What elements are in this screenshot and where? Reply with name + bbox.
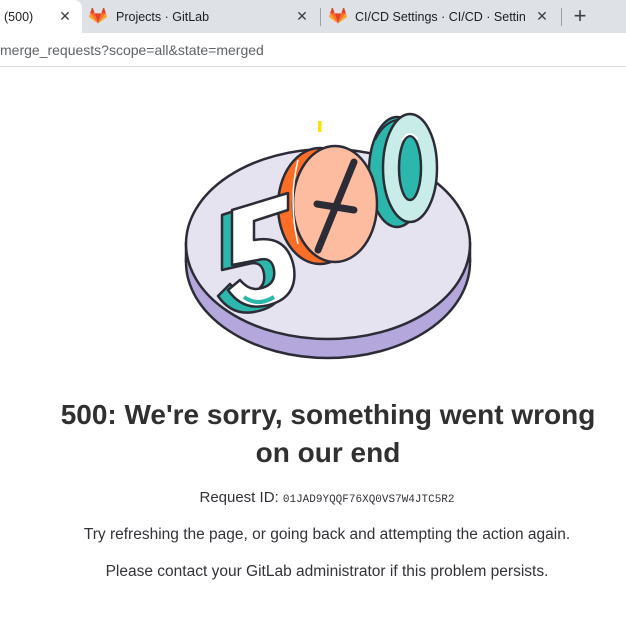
coin-x-illustration xyxy=(276,144,379,266)
url-text[interactable]: merge_requests?scope=all&state=merged xyxy=(0,42,264,58)
sparkle-accent xyxy=(318,121,322,132)
error-title-line-1: 500: We're sorry, something went wrong xyxy=(60,399,596,430)
gitlab-logo-icon xyxy=(89,8,107,24)
tab-label: CI/CD Settings · CI/CD · Settings xyxy=(355,9,525,24)
digit-zero-illustration xyxy=(367,112,439,229)
contact-admin-message: Please contact your GitLab administrator… xyxy=(105,563,549,580)
request-id-label: Request ID: xyxy=(199,489,279,506)
error-500-illustration xyxy=(184,112,472,360)
tab-projects[interactable]: Projects · GitLab ✕ xyxy=(82,0,320,33)
tab-divider xyxy=(561,8,562,26)
new-tab-button[interactable]: + xyxy=(569,3,591,28)
refresh-message: Try refreshing the page, or going back a… xyxy=(83,526,571,543)
tab-label: Projects · GitLab xyxy=(116,9,210,24)
gitlab-logo-icon xyxy=(329,8,347,24)
tab-label: (500) xyxy=(4,9,34,24)
error-title-line-2: on our end xyxy=(255,437,401,468)
tab-cicd-settings[interactable]: CI/CD Settings · CI/CD · Settings ✕ xyxy=(321,0,561,33)
close-tab-icon[interactable]: ✕ xyxy=(294,8,310,25)
close-tab-icon[interactable]: ✕ xyxy=(57,8,73,25)
request-id-value: 01JAD9YQQF76XQ0VS7W4JTC5R2 xyxy=(282,494,455,506)
tab-error-500[interactable]: (500) ✕ xyxy=(0,0,82,33)
tab-bar: (500) ✕ Projects · GitLab ✕ CI/CD Settin… xyxy=(0,0,626,33)
request-id-row: Request ID: 01JAD9YQQF76XQ0VS7W4JTC5R2 xyxy=(0,489,626,506)
close-tab-icon[interactable]: ✕ xyxy=(534,8,550,25)
address-bar[interactable]: merge_requests?scope=all&state=merged xyxy=(0,33,626,67)
error-title: 500: We're sorry, something went wrong o… xyxy=(40,396,616,472)
